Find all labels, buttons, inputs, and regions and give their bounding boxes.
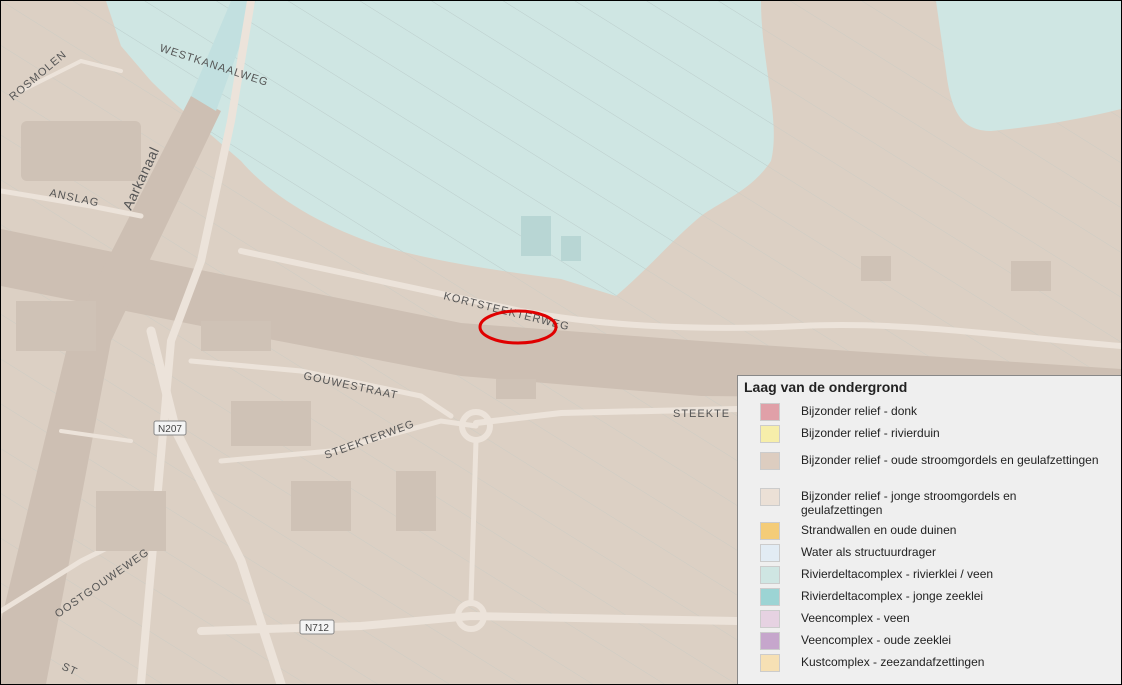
legend-swatch (760, 544, 780, 562)
legend-swatch (760, 588, 780, 606)
legend-swatch (760, 425, 780, 443)
legend-swatch (760, 632, 780, 650)
svg-text:N712: N712 (305, 623, 329, 634)
map-frame: ROSMOLEN WESTKANAALWEG ANSLAG Aarkanaal … (0, 0, 1122, 685)
legend-swatch (760, 452, 780, 470)
svg-text:N207: N207 (158, 424, 182, 435)
legend-label: Bijzonder relief - rivierduin (801, 426, 940, 440)
clay-peat-area-east (936, 1, 1121, 131)
legend-swatch (760, 403, 780, 421)
legend-label: Bijzonder relief - oude stroomgordels en… (801, 453, 1099, 467)
label-steekte: STEEKTE (673, 408, 730, 420)
legend-label: Water als structuurdrager (801, 545, 936, 559)
legend-panel: Laag van de ondergrond Bijzonder relief … (737, 375, 1121, 684)
legend-swatch (760, 566, 780, 584)
legend-label: Kustcomplex - zeezandafzettingen (801, 655, 985, 669)
legend-swatch (760, 654, 780, 672)
legend-title: Laag van de ondergrond (744, 379, 908, 395)
legend-swatch (760, 610, 780, 628)
legend-swatch (760, 488, 780, 506)
legend-label: Bijzonder relief - donk (801, 404, 918, 418)
legend-label: Strandwallen en oude duinen (801, 523, 957, 537)
legend-label: Veencomplex - oude zeeklei (801, 633, 952, 647)
legend-label: Veencomplex - veen (801, 611, 910, 625)
legend-label: Bijzonder relief - jonge stroomgordels e… (801, 489, 1017, 517)
shield-n207: N207 (153, 420, 187, 436)
legend-swatch (760, 522, 780, 540)
legend-label: Rivierdeltacomplex - rivierklei / veen (801, 567, 994, 581)
shield-n712: N712 (299, 619, 335, 635)
legend-label: Rivierdeltacomplex - jonge zeeklei (801, 589, 984, 603)
